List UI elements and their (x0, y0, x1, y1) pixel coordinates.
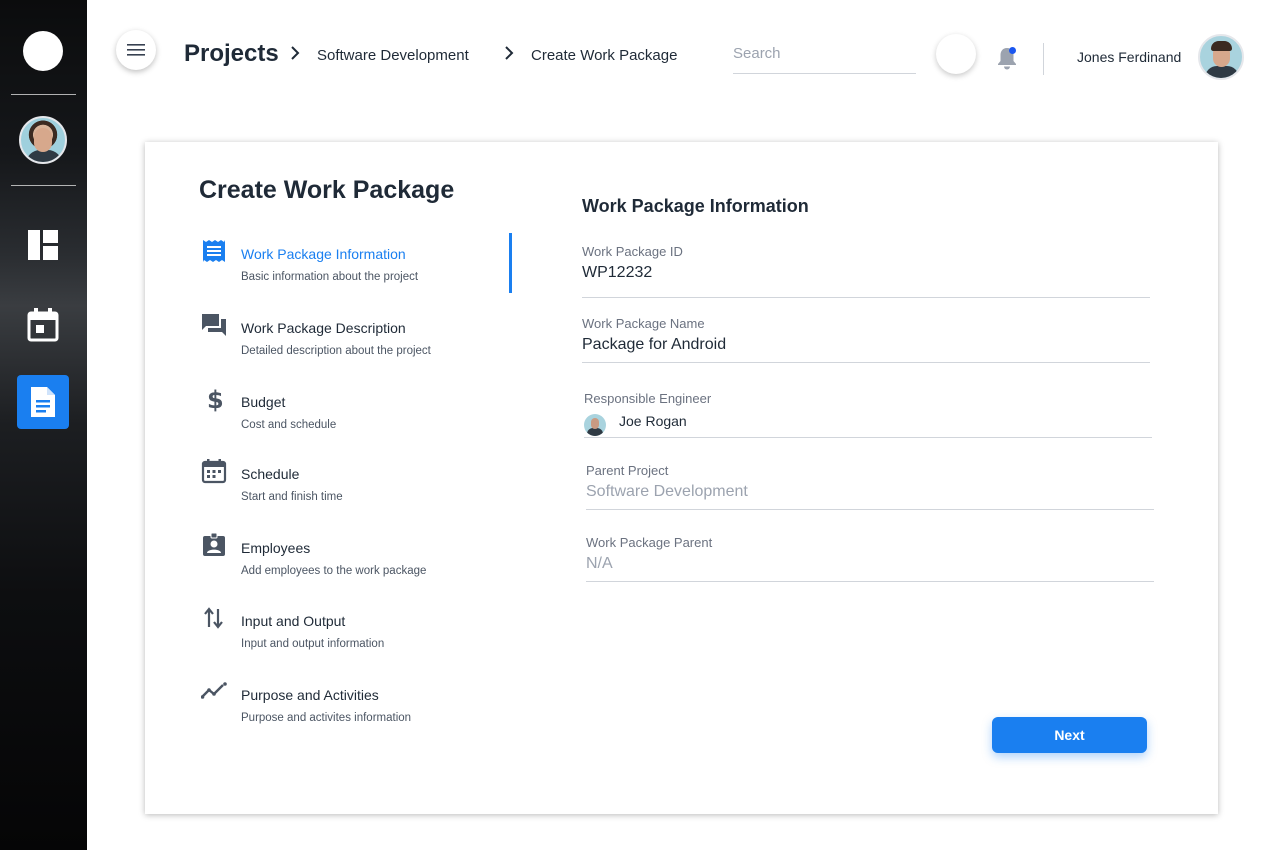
work-package-parent-field: Work Package Parent N/A (586, 535, 1154, 582)
header-action-button[interactable] (936, 34, 976, 74)
page-title: Create Work Package (199, 176, 455, 204)
field-value: Software Development (586, 483, 748, 500)
step-input-and-output[interactable]: Input and Output Input and output inform… (199, 601, 513, 661)
field-value[interactable]: WP12232 (582, 264, 652, 282)
form-title: Work Package Information (582, 196, 809, 216)
badge-icon (203, 532, 225, 556)
responsible-engineer-field[interactable]: Responsible Engineer Joe Rogan (584, 391, 1152, 438)
work-package-name-field[interactable]: Work Package Name Package for Android (582, 316, 1150, 363)
field-label: Work Package ID (582, 244, 683, 259)
sidebar (0, 0, 87, 850)
step-title: Work Package Information (241, 246, 406, 262)
chevron-right-icon (291, 46, 300, 60)
field-label: Work Package Parent (586, 535, 713, 550)
sidebar-divider (11, 94, 76, 95)
step-title: Purpose and Activities (241, 687, 379, 703)
field-value[interactable]: Joe Rogan (619, 413, 687, 429)
breadcrumb-create-work-package: Create Work Package (531, 47, 678, 64)
create-work-package-card: Create Work Package Work Package Informa… (145, 142, 1218, 814)
field-label: Work Package Name (582, 316, 705, 331)
step-employees[interactable]: Employees Add employees to the work pack… (199, 528, 513, 588)
document-icon (31, 387, 55, 417)
next-button[interactable]: Next (992, 717, 1147, 753)
step-schedule[interactable]: Schedule Start and finish time (199, 454, 513, 514)
svg-text:$: $ (207, 386, 224, 412)
field-value: N/A (586, 555, 613, 572)
step-title: Work Package Description (241, 320, 406, 336)
header-divider (1043, 43, 1044, 75)
work-package-id-field[interactable]: Work Package ID WP12232 (582, 244, 1150, 298)
step-subtitle: Input and output information (241, 638, 385, 650)
breadcrumb-projects[interactable]: Projects (184, 40, 279, 68)
user-name[interactable]: Jones Ferdinand (1077, 49, 1181, 65)
step-work-package-description[interactable]: Work Package Description Detailed descri… (199, 308, 513, 368)
user-avatar[interactable] (1198, 34, 1244, 80)
swap-icon (204, 607, 223, 629)
step-title: Schedule (241, 466, 300, 482)
step-subtitle: Basic information about the project (241, 271, 419, 283)
trend-icon (201, 682, 227, 699)
field-label: Parent Project (586, 463, 669, 478)
sidebar-divider (11, 185, 76, 186)
chevron-right-icon (505, 46, 514, 60)
chat-icon (202, 314, 226, 336)
sidebar-item-calendar[interactable] (17, 299, 69, 351)
calendar-icon (27, 308, 59, 342)
field-label: Responsible Engineer (584, 391, 712, 406)
app-logo[interactable] (23, 31, 63, 71)
step-budget[interactable]: $ Budget Cost and schedule (199, 382, 513, 442)
step-title: Employees (241, 540, 311, 556)
sidebar-item-dashboard[interactable] (17, 219, 69, 271)
step-purpose-and-activities[interactable]: Purpose and Activities Purpose and activ… (199, 675, 513, 735)
dollar-icon: $ (207, 386, 224, 412)
step-work-package-information[interactable]: Work Package Information Basic informati… (199, 234, 513, 294)
search-field (733, 44, 916, 74)
dashboard-icon (28, 230, 58, 260)
step-subtitle: Add employees to the work package (241, 565, 427, 577)
menu-button[interactable] (116, 30, 156, 70)
step-title: Budget (241, 394, 286, 410)
field-value[interactable]: Package for Android (582, 336, 726, 354)
step-subtitle: Purpose and activites information (241, 712, 412, 724)
sidebar-avatar[interactable] (19, 116, 67, 164)
calendar-icon (201, 459, 227, 484)
notification-dot (1009, 47, 1016, 54)
engineer-avatar (584, 414, 606, 436)
search-input[interactable] (733, 44, 916, 62)
step-subtitle: Cost and schedule (241, 419, 337, 431)
list-icon (203, 240, 225, 262)
step-subtitle: Start and finish time (241, 491, 343, 503)
step-subtitle: Detailed description about the project (241, 345, 431, 357)
parent-project-field: Parent Project Software Development (586, 463, 1154, 510)
active-step-indicator (509, 233, 512, 293)
sidebar-item-documents[interactable] (17, 375, 69, 429)
breadcrumb-software-development[interactable]: Software Development (317, 47, 469, 64)
hamburger-icon (127, 44, 145, 56)
step-title: Input and Output (241, 613, 346, 629)
